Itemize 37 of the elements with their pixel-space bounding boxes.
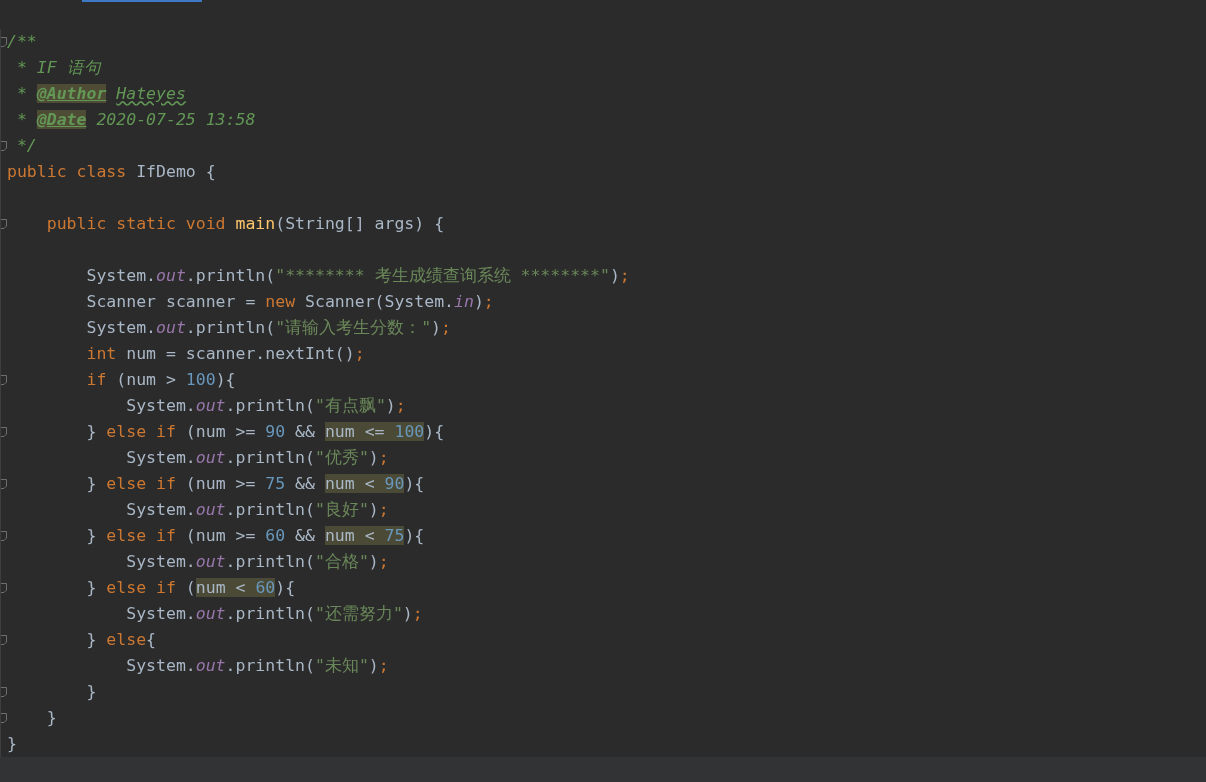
code-line: } else if (num >= 75 && num < 90){ xyxy=(85,473,425,495)
code-line: public class IfDemo { xyxy=(7,161,216,183)
fold-marker-icon[interactable] xyxy=(1,713,7,723)
fold-marker-icon[interactable] xyxy=(1,687,7,697)
fold-marker-icon[interactable] xyxy=(1,37,7,47)
fold-marker-icon[interactable] xyxy=(1,479,7,489)
fold-marker-icon[interactable] xyxy=(1,375,7,385)
code-line: * @Author Hateyes xyxy=(15,83,186,105)
code-line: int num = scanner.nextInt(); xyxy=(85,343,365,365)
code-line: } else if (num >= 90 && num <= 100){ xyxy=(85,421,445,443)
code-line: } xyxy=(45,707,57,729)
code-line: public static void main(String[] args) { xyxy=(45,213,445,235)
code-line: System.out.println("优秀"); xyxy=(125,447,389,469)
code-line: * IF 语句 xyxy=(15,57,101,79)
code-line: } xyxy=(85,681,97,703)
code-line: } else if (num < 60){ xyxy=(85,577,296,599)
code-line: */ xyxy=(15,135,37,157)
fold-marker-icon[interactable] xyxy=(1,531,7,541)
fold-marker-icon[interactable] xyxy=(1,427,7,437)
code-line: } else if (num >= 60 && num < 75){ xyxy=(85,525,425,547)
fold-marker-icon[interactable] xyxy=(1,141,7,151)
code-line: * @Date 2020-07-25 13:58 xyxy=(15,109,256,131)
code-line: System.out.println("请输入考生分数："); xyxy=(85,317,451,339)
code-line: System.out.println("良好"); xyxy=(125,499,389,521)
code-line: /** xyxy=(7,31,37,53)
code-line: if (num > 100){ xyxy=(85,369,236,391)
code-line: System.out.println("还需努力"); xyxy=(125,603,423,625)
code-line: System.out.println("******** 考生成绩查询系统 ********"); xyxy=(85,265,630,287)
code-line: System.out.println("合格"); xyxy=(125,551,389,573)
fold-marker-icon[interactable] xyxy=(1,583,7,593)
code-line: System.out.println("未知"); xyxy=(125,655,389,677)
code-line: } else{ xyxy=(85,629,157,651)
code-line: Scanner scanner = new Scanner(System.in); xyxy=(85,291,494,313)
fold-marker-icon[interactable] xyxy=(1,219,7,229)
fold-marker-icon[interactable] xyxy=(1,635,7,645)
code-line: } xyxy=(7,733,17,755)
code-line: System.out.println("有点飘"); xyxy=(125,395,406,417)
